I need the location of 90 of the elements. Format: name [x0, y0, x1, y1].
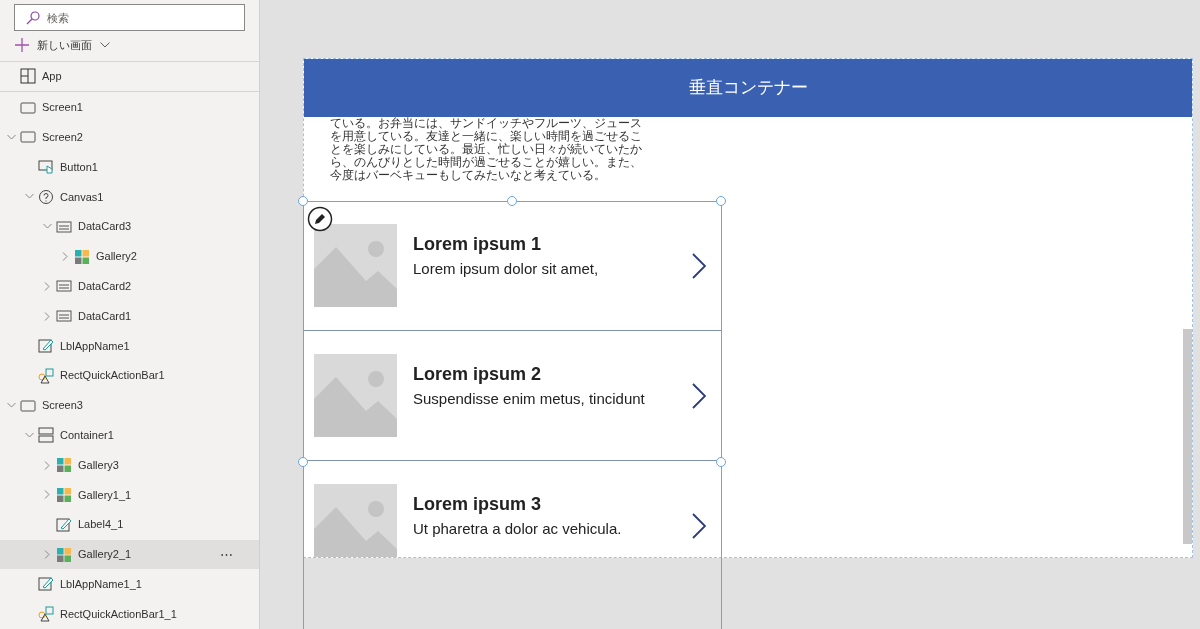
tree-item[interactable]: DataCard1 [0, 301, 259, 332]
resize-handle[interactable] [507, 196, 517, 206]
button-icon [38, 159, 54, 176]
tree-item[interactable]: RectQuickActionBar1 [0, 360, 259, 391]
item-label: RectQuickActionBar1_1 [60, 606, 177, 622]
grid-icon [20, 68, 36, 85]
item-label: Gallery2 [96, 249, 137, 265]
chevron-down-icon [100, 42, 110, 49]
chevron-down-icon[interactable] [24, 430, 34, 440]
scrollbar[interactable] [1183, 329, 1192, 544]
tree-item[interactable]: DataCard2 [0, 271, 259, 302]
item-label: Button1 [60, 159, 98, 175]
shapes-icon [38, 367, 54, 384]
item-label: Gallery1_1 [78, 487, 132, 503]
resize-handle[interactable] [716, 457, 726, 467]
tree-item[interactable]: Canvas1 [0, 182, 259, 212]
gallery-icon [56, 486, 72, 503]
item-label: App [42, 68, 62, 84]
tree-item[interactable]: Screen3 [0, 390, 259, 421]
label-icon [56, 516, 72, 533]
card-icon [56, 218, 72, 235]
tree-item[interactable]: Gallery3 [0, 450, 259, 480]
item-label: Gallery2_1 [78, 547, 132, 563]
shapes-icon [38, 606, 54, 623]
gallery-item[interactable]: Lorem ipsum 2 Suspendisse enim metus, tincidunt [304, 331, 722, 461]
tree-item[interactable]: Screen1 [0, 92, 259, 123]
plus-icon [15, 38, 29, 53]
tree-item[interactable]: Button1 [0, 152, 259, 183]
item-label: DataCard2 [78, 279, 132, 295]
item-label: RectQuickActionBar1 [60, 368, 165, 384]
item-label: DataCard3 [78, 219, 132, 235]
edit-icon[interactable] [307, 206, 333, 232]
tree-item[interactable]: Gallery1_1 [0, 480, 259, 510]
chevron-down-icon[interactable] [6, 132, 16, 142]
label-icon [38, 337, 54, 354]
search-field[interactable]: 検索 [14, 4, 245, 31]
item-label: LblAppName1_1 [60, 577, 142, 593]
screen-icon [20, 397, 36, 414]
tree-item[interactable]: RectQuickActionBar1_1 [0, 599, 259, 629]
tree-item[interactable]: App [0, 60, 259, 92]
gallery-icon [74, 248, 90, 265]
resize-handle[interactable] [298, 457, 308, 467]
gallery-item[interactable]: Lorem ipsum 1 Lorem ipsum dolor sit amet, [304, 201, 722, 331]
screen-icon [20, 99, 36, 116]
item-label: Gallery3 [78, 457, 119, 473]
item-title: Lorem ipsum 2 [413, 362, 543, 386]
paragraph: ている。お弁当には、サンドイッチやフルーツ、ジュースを用意している。友達と一緒に、楽しい時間を過ごせることを楽しみにしている。最近、忙しい日々が続いていたから、のんびりとした時間が過ごせることが嬉しい。また、今度はバーベキューもしてみたいなと考えている。 [330, 116, 642, 181]
card-icon [56, 308, 72, 325]
screen-icon [20, 129, 36, 146]
item-label: Screen2 [42, 130, 83, 146]
item-title: Lorem ipsum 1 [413, 232, 543, 256]
item-label: DataCard1 [78, 308, 132, 324]
label-icon [38, 576, 54, 593]
chevron-right-icon[interactable] [692, 252, 706, 279]
tree-item[interactable]: Container1 [0, 420, 259, 451]
card-icon [56, 278, 72, 295]
gallery-icon [56, 546, 72, 563]
item-label: Screen1 [42, 100, 83, 116]
gallery-icon [56, 457, 72, 474]
tree-item[interactable]: Screen2 [0, 122, 259, 153]
tree-item[interactable]: LblAppName1 [0, 331, 259, 361]
item-title: Lorem ipsum 3 [413, 492, 543, 516]
chevron-right-icon[interactable] [692, 512, 706, 539]
tree-item[interactable]: DataCard3 [0, 211, 259, 242]
question-icon [38, 188, 54, 205]
resize-handle[interactable] [298, 196, 308, 206]
item-label: Canvas1 [60, 189, 104, 205]
item-label: LblAppName1 [60, 338, 130, 354]
more-button[interactable]: ⋯ [220, 544, 233, 565]
gallery-item[interactable]: Lorem ipsum 3 Ut pharetra a dolor ac vehicula. [304, 461, 722, 557]
image-placeholder-icon [314, 354, 397, 437]
tree-item[interactable]: Gallery2 [0, 241, 259, 272]
tree-item[interactable]: Gallery2_1 ⋯ [0, 539, 259, 570]
item-subtitle: Suspendisse enim metus, tincidunt [413, 388, 646, 409]
item-label: Screen3 [42, 398, 83, 414]
new-screen-button[interactable]: 新しい画面 [0, 31, 259, 60]
resize-handle[interactable] [716, 196, 726, 206]
image-placeholder-icon [314, 224, 397, 307]
image-placeholder-icon [314, 484, 397, 557]
tree-item[interactable]: LblAppName1_1 [0, 569, 259, 600]
screen-header: 垂直コンテナー [304, 59, 1192, 117]
chevron-down-icon[interactable] [6, 401, 16, 410]
item-subtitle: Lorem ipsum dolor sit amet, [413, 258, 600, 279]
tree-item[interactable]: Label4_1 [0, 509, 259, 540]
item-label: Container1 [60, 428, 114, 444]
chevron-right-icon[interactable] [692, 382, 706, 409]
item-label: Label4_1 [78, 517, 124, 533]
container-icon [38, 427, 54, 444]
search-icon [26, 11, 40, 25]
item-subtitle: Ut pharetra a dolor ac vehicula. [413, 518, 623, 539]
